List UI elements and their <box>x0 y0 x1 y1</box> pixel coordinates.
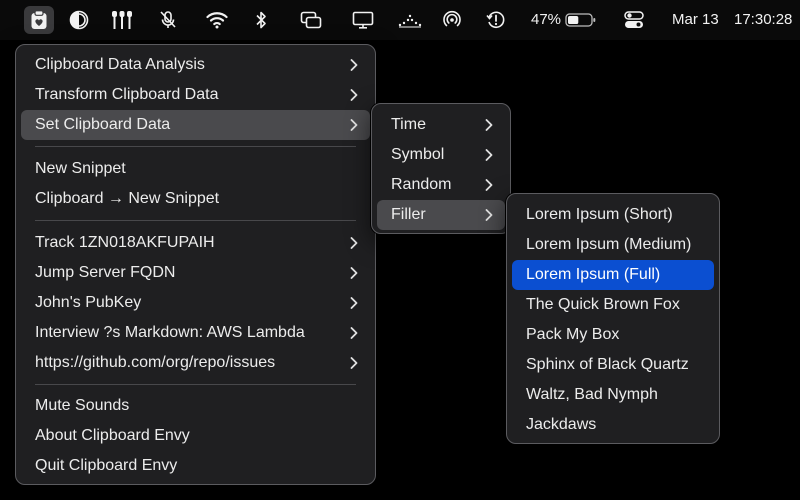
menu-item-label: John's PubKey <box>35 294 142 311</box>
menu-bar: 47% Mar 13 17:30:28 <box>0 0 800 40</box>
menu-item-about[interactable]: About Clipboard Envy <box>21 421 370 451</box>
menu-item-label: Mute Sounds <box>35 397 130 414</box>
menu-item-label: Set Clipboard Data <box>35 116 171 133</box>
clipboard-envy-menu: Clipboard Data Analysis Transform Clipbo… <box>15 44 376 485</box>
filler-item-jackdaws[interactable]: Jackdaws <box>512 410 714 440</box>
filler-item-quick-brown-fox[interactable]: The Quick Brown Fox <box>512 290 714 320</box>
filler-item-pack-my-box[interactable]: Pack My Box <box>512 320 714 350</box>
menu-item-label: Symbol <box>391 146 445 163</box>
chevron-right-icon <box>350 357 358 369</box>
stats-icon[interactable] <box>395 6 425 34</box>
clipboard-envy-icon[interactable] <box>24 6 54 34</box>
menu-item-label: Transform Clipboard Data <box>35 86 219 103</box>
submenu-item-filler[interactable]: Filler <box>377 200 505 230</box>
chevron-right-icon <box>485 179 493 191</box>
chevron-right-icon <box>350 89 358 101</box>
microphone-muted-icon[interactable] <box>153 6 183 34</box>
menu-item-label: Random <box>391 176 452 193</box>
filler-item-waltz-bad-nymph[interactable]: Waltz, Bad Nymph <box>512 380 714 410</box>
control-center-icon[interactable] <box>619 6 649 34</box>
filler-item-lorem-short[interactable]: Lorem Ipsum (Short) <box>512 200 714 230</box>
menu-item-label: Filler <box>391 206 426 223</box>
menu-item-jump-server-fqdn[interactable]: Jump Server FQDN <box>21 258 370 288</box>
menu-item-label: The Quick Brown Fox <box>526 296 680 313</box>
submenu-item-time[interactable]: Time <box>377 110 505 140</box>
chevron-right-icon <box>350 119 358 131</box>
menu-item-new-snippet[interactable]: New Snippet <box>21 154 370 184</box>
menu-item-label: Time <box>391 116 426 133</box>
menu-item-label: Interview ?s Markdown: AWS Lambda <box>35 324 305 341</box>
menu-item-mute-sounds[interactable]: Mute Sounds <box>21 391 370 421</box>
menu-item-label: Quit Clipboard Envy <box>35 457 178 474</box>
menu-separator <box>35 220 356 221</box>
menu-item-label: Waltz, Bad Nymph <box>526 386 658 403</box>
menu-item-github-issues-url[interactable]: https://github.com/org/repo/issues <box>21 348 370 378</box>
menu-item-label: Sphinx of Black Quartz <box>526 356 689 373</box>
set-clipboard-data-submenu: Time Symbol Random Filler <box>371 103 511 234</box>
filler-submenu: Lorem Ipsum (Short) Lorem Ipsum (Medium)… <box>506 193 720 444</box>
menubar-date: Mar 13 <box>672 11 719 28</box>
menu-item-label: Jump Server FQDN <box>35 264 176 281</box>
menu-item-track-package[interactable]: Track 1ZN018AKFUPAIH <box>21 228 370 258</box>
menu-item-johns-pubkey[interactable]: John's PubKey <box>21 288 370 318</box>
filler-item-lorem-medium[interactable]: Lorem Ipsum (Medium) <box>512 230 714 260</box>
filler-item-lorem-full[interactable]: Lorem Ipsum (Full) <box>512 260 714 290</box>
menu-item-label: https://github.com/org/repo/issues <box>35 354 276 371</box>
chevron-right-icon <box>350 237 358 249</box>
battery-icon[interactable] <box>564 6 598 34</box>
submenu-item-random[interactable]: Random <box>377 170 505 200</box>
menu-item-clipboard-to-new-snippet[interactable]: Clipboard → New Snippet <box>21 184 370 214</box>
menu-item-label: Pack My Box <box>526 326 620 343</box>
chevron-right-icon <box>350 267 358 279</box>
menu-item-label: Lorem Ipsum (Short) <box>526 206 673 223</box>
bartender-icon[interactable] <box>107 6 137 34</box>
chevron-right-icon <box>485 209 493 221</box>
filler-item-sphinx-black-quartz[interactable]: Sphinx of Black Quartz <box>512 350 714 380</box>
menu-item-label: Track 1ZN018AKFUPAIH <box>35 234 215 251</box>
time-machine-icon[interactable] <box>481 6 511 34</box>
menu-item-label: New Snippet <box>35 160 126 177</box>
menu-item-set-clipboard-data[interactable]: Set Clipboard Data <box>21 110 370 140</box>
wifi-icon[interactable] <box>202 6 232 34</box>
chevron-right-icon <box>485 119 493 131</box>
menu-item-label: Lorem Ipsum (Full) <box>526 266 661 283</box>
battery-percentage: 47% <box>531 11 562 28</box>
menubar-time: 17:30:28 <box>734 11 793 28</box>
airdrop-icon[interactable] <box>437 6 467 34</box>
menu-item-interview-markdown[interactable]: Interview ?s Markdown: AWS Lambda <box>21 318 370 348</box>
menu-item-clipboard-data-analysis[interactable]: Clipboard Data Analysis <box>21 50 370 80</box>
menu-separator <box>35 146 356 147</box>
screen-mirroring-icon[interactable] <box>296 6 326 34</box>
chevron-right-icon <box>350 327 358 339</box>
menu-item-label: Clipboard → New Snippet <box>35 190 220 207</box>
display-icon[interactable] <box>348 6 378 34</box>
chevron-right-icon <box>350 59 358 71</box>
menu-item-label: Jackdaws <box>526 416 597 433</box>
menu-item-label: About Clipboard Envy <box>35 427 190 444</box>
menu-item-label: Clipboard Data Analysis <box>35 56 205 73</box>
submenu-item-symbol[interactable]: Symbol <box>377 140 505 170</box>
menu-item-quit[interactable]: Quit Clipboard Envy <box>21 451 370 481</box>
contrast-icon[interactable] <box>64 6 94 34</box>
bluetooth-icon[interactable] <box>246 6 276 34</box>
menu-item-transform-clipboard-data[interactable]: Transform Clipboard Data <box>21 80 370 110</box>
chevron-right-icon <box>485 149 493 161</box>
menu-separator <box>35 384 356 385</box>
menu-item-label: Lorem Ipsum (Medium) <box>526 236 692 253</box>
chevron-right-icon <box>350 297 358 309</box>
